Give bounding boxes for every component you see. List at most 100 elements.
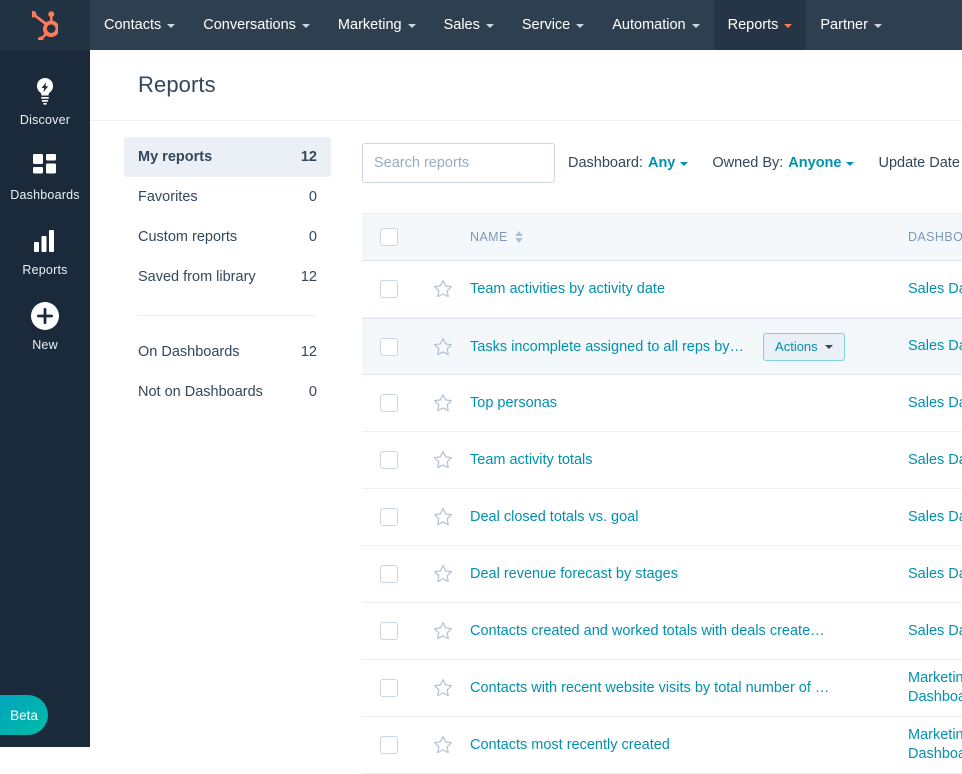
beta-badge[interactable]: Beta [0,695,48,735]
sidebar-item-label: Dashboards [10,188,80,202]
filter-count: 0 [308,229,317,245]
header-divider [90,120,962,121]
row-select-cell [362,337,416,356]
dashboard-name-link[interactable]: Sales Dashboard [908,337,962,356]
dashboard-name-link[interactable]: Marketing Dashboard [908,669,962,707]
filter-saved-from-library[interactable]: Saved from library 12 [124,257,331,297]
star-icon[interactable] [433,393,453,413]
search-reports-box[interactable] [362,143,561,183]
report-name-link[interactable]: Contacts most recently created [470,737,670,753]
nav-item-automation[interactable]: Automation [598,0,713,50]
table-row[interactable]: Contacts created and worked totals with … [362,603,962,660]
dashboard-name-link[interactable]: Sales Dashboard [908,394,962,413]
plus-circle-icon [30,301,60,331]
owned-by-filter-dropdown[interactable]: Owned By: Anyone [712,155,855,171]
dashboard-filter-dropdown[interactable]: Dashboard: Any [568,155,689,171]
beta-badge-label: Beta [10,707,38,723]
row-favorite-cell [416,507,470,527]
table-row[interactable]: Top personas Sales Dashboard [362,375,962,432]
name-column-header[interactable]: NAME DASHBOARD [470,230,962,244]
report-name-link[interactable]: Top personas [470,395,557,411]
nav-item-marketing[interactable]: Marketing [324,0,430,50]
table-row[interactable]: Team activity totals Sales Dashboard [362,432,962,489]
table-row[interactable]: Team activities by activity date Sales D… [362,261,962,318]
left-sidebar-rail: Discover Dashboards Reports New Beta [0,50,90,747]
nav-item-sales[interactable]: Sales [430,0,508,50]
sidebar-item-new[interactable]: New [0,301,90,352]
row-checkbox[interactable] [380,280,398,298]
report-name-link[interactable]: Team activities by activity date [470,281,665,297]
row-favorite-cell [416,678,470,698]
nav-item-label: Partner [820,17,868,33]
sort-arrows-icon[interactable] [514,231,523,243]
filter-favorites[interactable]: Favorites 0 [124,177,331,217]
report-name-link[interactable]: Tasks incomplete assigned to all reps by… [470,339,744,355]
dashboard-name-link[interactable]: Sales Dashboard [908,565,962,584]
row-checkbox[interactable] [380,679,398,697]
table-row[interactable]: Contacts most recently created Marketing… [362,717,962,774]
top-nav-items: Contacts Conversations Marketing Sales S… [90,0,896,50]
dashboard-name-link[interactable]: Sales Dashboard [908,508,962,527]
star-icon[interactable] [433,279,453,299]
report-name-link[interactable]: Deal revenue forecast by stages [470,566,678,582]
row-name-cell: Contacts created and worked totals with … [470,622,962,641]
table-row[interactable]: Deal closed totals vs. goal Sales Dashbo… [362,489,962,546]
filter-count: 0 [308,189,317,205]
row-select-cell [362,451,416,469]
filter-my-reports[interactable]: My reports 12 [124,137,331,177]
dashboard-name-link[interactable]: Sales Dashboard [908,622,962,641]
table-row[interactable]: Deal revenue forecast by stages Sales Da… [362,546,962,603]
hubspot-logo[interactable] [0,0,90,50]
chevron-down-icon [824,344,833,349]
filter-on-dashboards[interactable]: On Dashboards 12 [124,332,331,372]
filter-custom-reports[interactable]: Custom reports 0 [124,217,331,257]
select-all-checkbox[interactable] [380,228,398,246]
dashboard-column-header[interactable]: DASHBOARD [908,230,962,244]
sidebar-item-reports[interactable]: Reports [0,226,90,277]
dashboard-name-link[interactable]: Sales Dashboard [908,280,962,299]
nav-item-reports[interactable]: Reports [713,0,807,50]
star-icon[interactable] [433,678,453,698]
nav-item-conversations[interactable]: Conversations [189,0,324,50]
report-name-link[interactable]: Team activity totals [470,452,593,468]
table-row[interactable]: Contacts with recent website visits by t… [362,660,962,717]
row-checkbox[interactable] [380,508,398,526]
row-favorite-cell [416,279,470,299]
star-icon[interactable] [433,735,453,755]
row-checkbox[interactable] [380,736,398,754]
dashboard-name-link[interactable]: Marketing Dashboard [908,726,962,764]
sidebar-item-dashboards[interactable]: Dashboards [0,151,90,202]
dashboard-name-link[interactable]: Sales Dashboard [908,451,962,470]
star-icon[interactable] [433,450,453,470]
star-icon[interactable] [433,621,453,641]
chevron-down-icon [576,24,585,28]
row-checkbox[interactable] [380,337,398,356]
nav-item-service[interactable]: Service [508,0,598,50]
actions-button[interactable]: Actions [763,332,845,361]
filter-label: Custom reports [138,229,238,245]
table-row[interactable]: Tasks incomplete assigned to all reps by… [362,318,962,375]
report-name-link[interactable]: Contacts created and worked totals with … [470,623,825,639]
sidebar-item-discover[interactable]: Discover [0,76,90,127]
chevron-down-icon [691,24,700,28]
star-icon[interactable] [433,337,453,357]
row-checkbox[interactable] [380,565,398,583]
report-name-link[interactable]: Contacts with recent website visits by t… [470,680,829,696]
row-favorite-cell [416,621,470,641]
update-date-filter-dropdown[interactable]: Update Date [878,155,959,171]
sidebar-item-label: Discover [19,113,71,127]
nav-item-label: Marketing [337,17,402,33]
row-checkbox[interactable] [380,451,398,469]
filter-not-on-dashboards[interactable]: Not on Dashboards 0 [124,372,331,412]
row-checkbox[interactable] [380,622,398,640]
nav-item-partner[interactable]: Partner [806,0,896,50]
nav-item-contacts[interactable]: Contacts [90,0,189,50]
star-icon[interactable] [433,564,453,584]
row-select-cell [362,736,416,754]
row-checkbox[interactable] [380,394,398,412]
bar-chart-icon [30,226,60,256]
lightbulb-icon [30,76,60,106]
report-name-link[interactable]: Deal closed totals vs. goal [470,509,638,525]
search-input[interactable] [374,155,561,171]
star-icon[interactable] [433,507,453,527]
